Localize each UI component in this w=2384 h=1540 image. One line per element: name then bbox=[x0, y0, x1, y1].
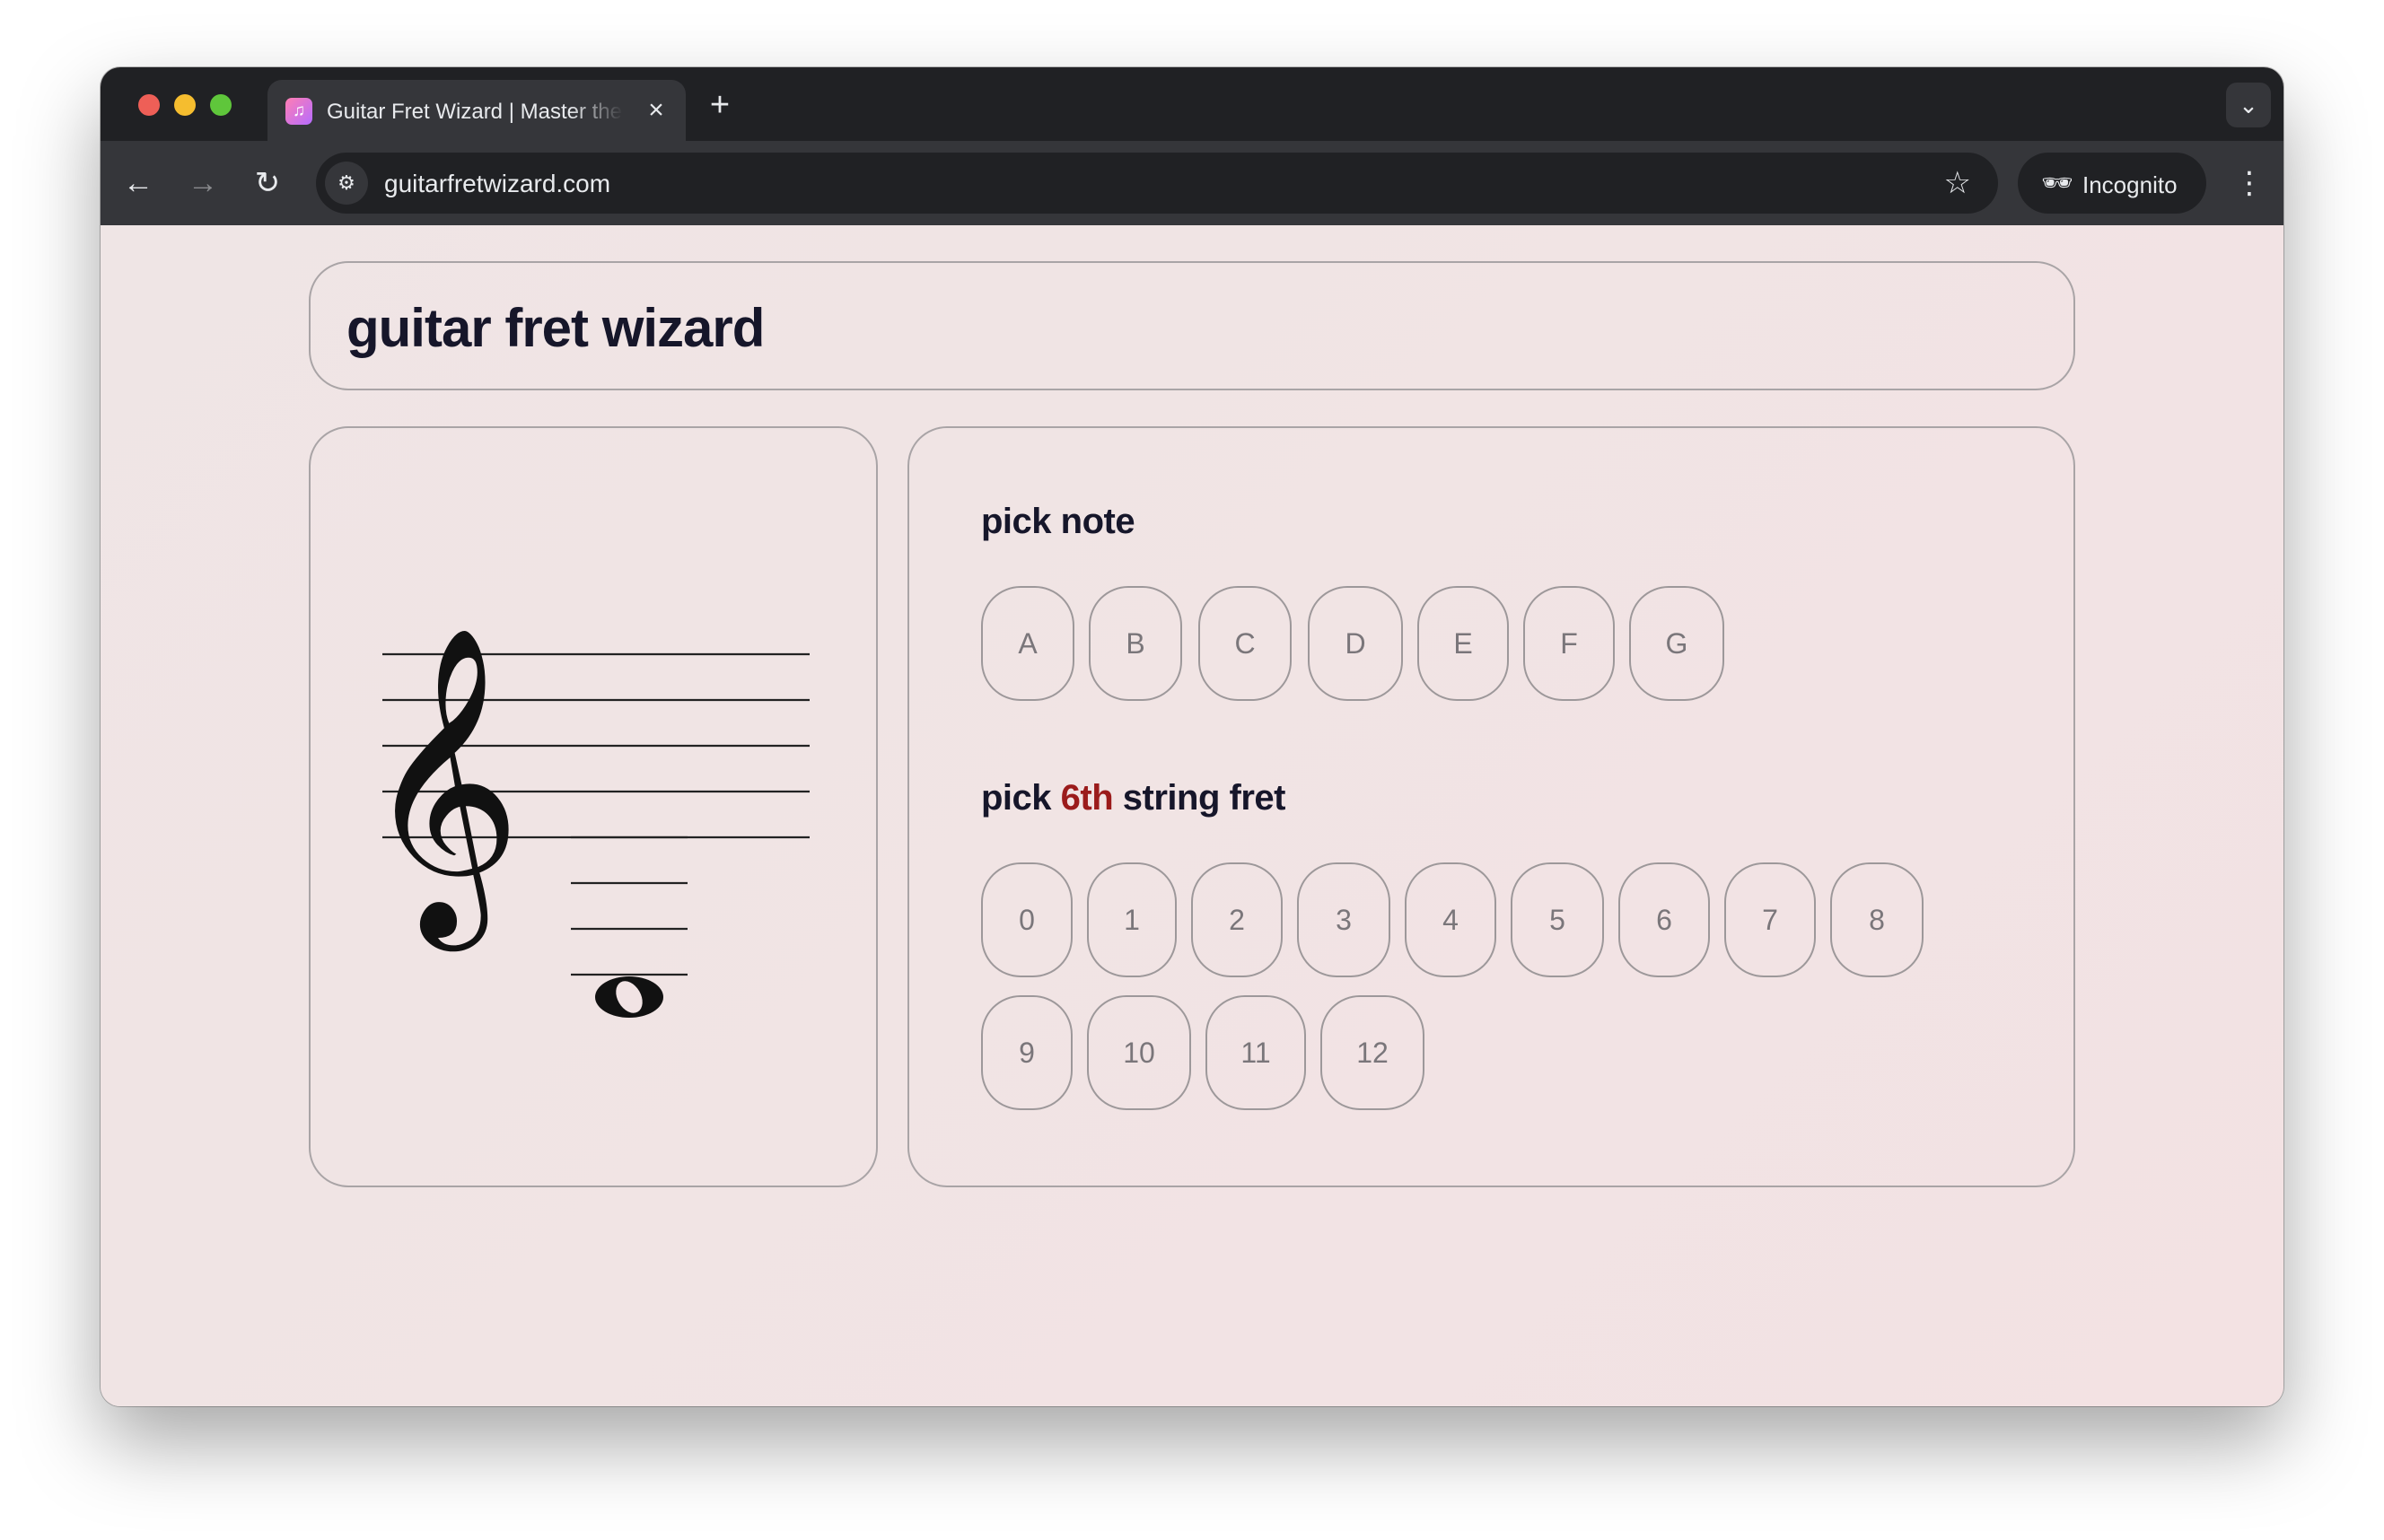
note-button-f[interactable]: F bbox=[1523, 586, 1615, 701]
browser-toolbar: ← → ↻ ⚙ guitarfretwizard.com ☆ 🕶 Incogni… bbox=[101, 141, 2283, 225]
fret-button-10[interactable]: 10 bbox=[1087, 995, 1191, 1110]
minimize-window-button[interactable] bbox=[174, 94, 196, 116]
reload-icon[interactable]: ↻ bbox=[246, 162, 289, 205]
music-note-icon: ♫ bbox=[285, 98, 312, 125]
fret-button-12[interactable]: 12 bbox=[1320, 995, 1424, 1110]
title-bar: ♫ Guitar Fret Wizard | Master the Fretbo… bbox=[101, 67, 2283, 141]
tab-title: Guitar Fret Wizard | Master the Fretboar… bbox=[327, 100, 623, 124]
new-tab-icon[interactable]: + bbox=[702, 87, 738, 123]
back-arrow-icon[interactable]: ← bbox=[117, 162, 160, 205]
fret-button-2[interactable]: 2 bbox=[1191, 862, 1283, 977]
fret-button-9[interactable]: 9 bbox=[981, 995, 1073, 1110]
close-window-button[interactable] bbox=[138, 94, 160, 116]
incognito-indicator[interactable]: 🕶 Incognito bbox=[2018, 153, 2206, 214]
site-settings-icon[interactable]: ⚙ bbox=[325, 162, 368, 205]
music-staff: 𝄞 bbox=[363, 624, 810, 1018]
fret-button-7[interactable]: 7 bbox=[1724, 862, 1816, 977]
chevron-down-icon[interactable]: ⌄ bbox=[2226, 83, 2271, 127]
note-button-d[interactable]: D bbox=[1308, 586, 1403, 701]
picker-card: pick note A B C D E F G pick 6th string … bbox=[907, 426, 2075, 1187]
fret-label-string: 6th bbox=[1060, 778, 1114, 818]
fret-button-11[interactable]: 11 bbox=[1205, 995, 1306, 1110]
browser-window: ♫ Guitar Fret Wizard | Master the Fretbo… bbox=[101, 67, 2283, 1406]
note-button-g[interactable]: G bbox=[1629, 586, 1724, 701]
fret-button-6[interactable]: 6 bbox=[1618, 862, 1710, 977]
page-title: guitar fret wizard bbox=[346, 298, 765, 358]
maximize-window-button[interactable] bbox=[210, 94, 232, 116]
address-bar[interactable]: ⚙ guitarfretwizard.com ☆ bbox=[316, 153, 1998, 214]
fret-label-prefix: pick bbox=[981, 778, 1052, 818]
note-button-b[interactable]: B bbox=[1089, 586, 1182, 701]
url-text: guitarfretwizard.com bbox=[384, 170, 611, 197]
incognito-label: Incognito bbox=[2082, 171, 2178, 198]
incognito-icon: 🕶 bbox=[2041, 169, 2073, 197]
bookmark-star-icon[interactable]: ☆ bbox=[1944, 165, 1971, 201]
note-button-a[interactable]: A bbox=[981, 586, 1074, 701]
fret-button-8[interactable]: 8 bbox=[1830, 862, 1924, 977]
fret-button-3[interactable]: 3 bbox=[1297, 862, 1390, 977]
note-button-e[interactable]: E bbox=[1417, 586, 1509, 701]
forward-arrow-icon[interactable]: → bbox=[181, 162, 224, 205]
treble-clef-icon: 𝄞 bbox=[363, 624, 522, 953]
ledger-lines bbox=[571, 836, 688, 976]
pick-fret-label: pick 6th string fret bbox=[981, 778, 1285, 818]
close-tab-icon[interactable]: × bbox=[641, 95, 671, 126]
note-button-c[interactable]: C bbox=[1198, 586, 1292, 701]
pick-note-label: pick note bbox=[981, 502, 1135, 541]
fret-label-suffix: string fret bbox=[1122, 778, 1286, 818]
browser-tab[interactable]: ♫ Guitar Fret Wizard | Master the Fretbo… bbox=[267, 80, 686, 141]
browser-menu-icon[interactable]: ⋮ bbox=[2233, 162, 2266, 205]
page-content: guitar fret wizard 𝄞 pick note A B C D E… bbox=[101, 225, 2283, 1406]
fret-button-0[interactable]: 0 bbox=[981, 862, 1073, 977]
fret-button-5[interactable]: 5 bbox=[1511, 862, 1604, 977]
header-card: guitar fret wizard bbox=[309, 261, 2075, 390]
fret-button-4[interactable]: 4 bbox=[1405, 862, 1496, 977]
staff-card: 𝄞 bbox=[309, 426, 878, 1187]
whole-note-icon bbox=[595, 976, 663, 1018]
fret-button-1[interactable]: 1 bbox=[1087, 862, 1177, 977]
